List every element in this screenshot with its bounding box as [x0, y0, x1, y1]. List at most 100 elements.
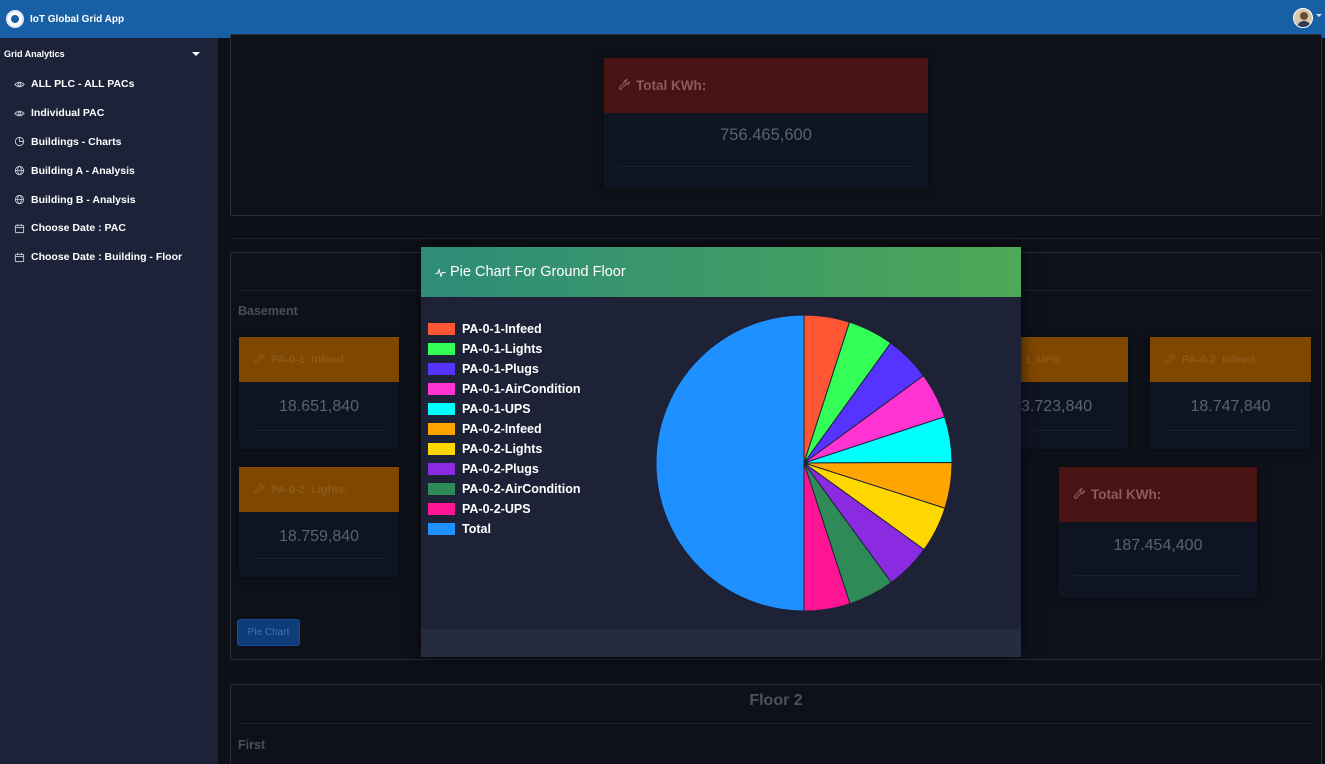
sidebar-item-buildings-charts[interactable]: Buildings - Charts	[0, 128, 218, 157]
pac-card-value: 18.759,840	[278, 528, 360, 545]
legend-label: PA-0-1-Plugs	[462, 362, 539, 376]
wrench-icon	[253, 483, 265, 494]
pac-card-header: -1_UPS:	[1021, 337, 1128, 382]
modal-title: Pie Chart For Ground Floor	[450, 264, 626, 280]
sidebar-item-building-a-analysis[interactable]: Building A - Analysis	[0, 156, 218, 185]
pac-card-value: 18.651,840	[278, 398, 360, 415]
legend-swatch	[428, 343, 455, 355]
legend-swatch	[428, 523, 455, 535]
pie-chart-icon	[14, 137, 25, 147]
legend-item[interactable]: PA-0-1-UPS	[428, 399, 581, 419]
sidebar-item-individual-pac[interactable]: Individual PAC	[0, 99, 218, 128]
legend-label: PA-0-1-Lights	[462, 342, 543, 356]
total-kwh-card: Total KWh: 187.454,400	[1059, 467, 1257, 598]
pie-chart-modal: Pie Chart For Ground Floor PA-0-1-Infeed…	[421, 247, 1021, 657]
total-kwh-card-header: Total KWh:	[1059, 467, 1257, 522]
legend-label: PA-0-2-UPS	[462, 502, 531, 516]
legend-item[interactable]: PA-0-2-Infeed	[428, 419, 581, 439]
sidebar-section-header[interactable]: Grid Analytics	[0, 38, 218, 70]
sidebar-item-label: Buildings - Charts	[31, 135, 122, 148]
pac-card-label: -1_UPS:	[1021, 353, 1064, 366]
sidebar-section-title: Grid Analytics	[4, 49, 65, 59]
pac-card-value: 18.747,840	[1190, 398, 1271, 415]
legend-swatch	[428, 483, 455, 495]
sidebar-item-label: Choose Date : PAC	[31, 222, 126, 235]
sidebar-item-building-b-analysis[interactable]: Building B - Analysis	[0, 185, 218, 214]
sidebar: Grid Analytics ALL PLC - ALL PACs Individ…	[0, 38, 218, 764]
total-kwh-value: 756.465,600	[720, 126, 812, 144]
pac-card-header: PA-0-2_Infeed:	[1150, 337, 1311, 382]
legend-label: PA-0-1-Infeed	[462, 322, 542, 336]
pac-card-label: PA-0-2_Lights:	[271, 483, 348, 496]
sidebar-item-label: Choose Date : Building - Floor	[31, 251, 183, 264]
legend-swatch	[428, 423, 455, 435]
activity-icon	[435, 267, 446, 278]
app-logo-icon	[6, 10, 24, 28]
pie-chart	[655, 314, 953, 612]
user-avatar[interactable]	[1293, 8, 1313, 28]
user-menu-caret-icon[interactable]	[1316, 14, 1322, 17]
legend-swatch	[428, 443, 455, 455]
eye-icon	[14, 110, 25, 116]
pac-card-header: PA-0-1_Infeed:	[239, 337, 399, 382]
sidebar-item-label: Individual PAC	[31, 107, 105, 120]
legend-label: Total	[462, 522, 491, 536]
legend-item[interactable]: PA-0-2-Plugs	[428, 459, 581, 479]
legend-item[interactable]: PA-0-1-Infeed	[428, 319, 581, 339]
legend-item[interactable]: PA-0-2-UPS	[428, 499, 581, 519]
legend-label: PA-0-2-Infeed	[462, 422, 542, 436]
legend-label: PA-0-2-Lights	[462, 442, 543, 456]
legend-item[interactable]: PA-0-1-Plugs	[428, 359, 581, 379]
legend-label: PA-0-1-AirCondition	[462, 382, 581, 396]
sidebar-item-label: Building B - Analysis	[31, 193, 136, 206]
sidebar-item-label: ALL PLC - ALL PACs	[31, 78, 135, 91]
legend-swatch	[428, 383, 455, 395]
sidebar-item-choose-date-building-floor[interactable]: Choose Date : Building - Floor	[0, 243, 218, 272]
app-brand[interactable]: IoT Global Grid App	[6, 10, 124, 28]
pac-card: PA-0-1_Infeed: 18.651,840	[239, 337, 399, 449]
wrench-icon	[618, 79, 630, 90]
pac-card: PA-0-2_Lights: 18.759,840	[239, 467, 399, 577]
pac-card-label: PA-0-1_Infeed:	[271, 353, 348, 366]
sidebar-item-label: Building A - Analysis	[31, 164, 135, 177]
calendar-icon	[14, 223, 25, 233]
legend-item[interactable]: PA-0-1-AirCondition	[428, 379, 581, 399]
pac-card-header: PA-0-2_Lights:	[239, 467, 399, 512]
globe-icon	[14, 194, 25, 205]
basement-label: Basement	[238, 304, 298, 318]
modal-footer	[421, 629, 1021, 657]
sidebar-item-choose-date-pac[interactable]: Choose Date : PAC	[0, 214, 218, 243]
legend-swatch	[428, 463, 455, 475]
app-title: IoT Global Grid App	[30, 13, 125, 25]
wrench-icon	[1073, 488, 1085, 499]
legend-item[interactable]: Total	[428, 519, 581, 539]
wrench-icon	[1164, 353, 1176, 364]
top-navbar: IoT Global Grid App	[0, 0, 1325, 38]
chart-legend: PA-0-1-Infeed PA-0-1-Lights PA-0-1-Plugs PA…	[428, 319, 581, 539]
pac-card: -1_UPS: 3.723,840	[1021, 337, 1128, 449]
floor-2-first-label: First	[238, 738, 266, 752]
wrench-icon	[253, 353, 265, 364]
calendar-icon	[14, 252, 25, 262]
legend-label: PA-0-2-Plugs	[462, 462, 539, 476]
total-kwh-value: 187.454,400	[1113, 537, 1203, 554]
pie-chart-button[interactable]: Pie Chart	[237, 619, 300, 646]
pac-card-label: PA-0-2_Infeed:	[1182, 353, 1259, 366]
sidebar-item-all-plc-all-pacs[interactable]: ALL PLC - ALL PACs	[0, 70, 218, 99]
chevron-down-icon	[192, 52, 200, 56]
total-kwh-card: Total KWh: 756.465,600	[604, 58, 928, 189]
modal-header: Pie Chart For Ground Floor	[421, 247, 1021, 297]
eye-icon	[14, 81, 25, 88]
legend-label: PA-0-1-UPS	[462, 402, 531, 416]
legend-label: PA-0-2-AirCondition	[462, 482, 581, 496]
legend-swatch	[428, 363, 455, 375]
pie-slice-total[interactable]	[655, 314, 805, 612]
legend-item[interactable]: PA-0-2-Lights	[428, 439, 581, 459]
pac-card-value: 3.723,840	[1021, 398, 1093, 415]
globe-icon	[14, 166, 25, 176]
legend-item[interactable]: PA-0-1-Lights	[428, 339, 581, 359]
sidebar-menu: ALL PLC - ALL PACs Individual PAC Building…	[0, 70, 218, 272]
total-kwh-label: Total KWh:	[1091, 487, 1162, 502]
floor-2-title: Floor 2	[749, 692, 803, 709]
legend-item[interactable]: PA-0-2-AirCondition	[428, 479, 581, 499]
